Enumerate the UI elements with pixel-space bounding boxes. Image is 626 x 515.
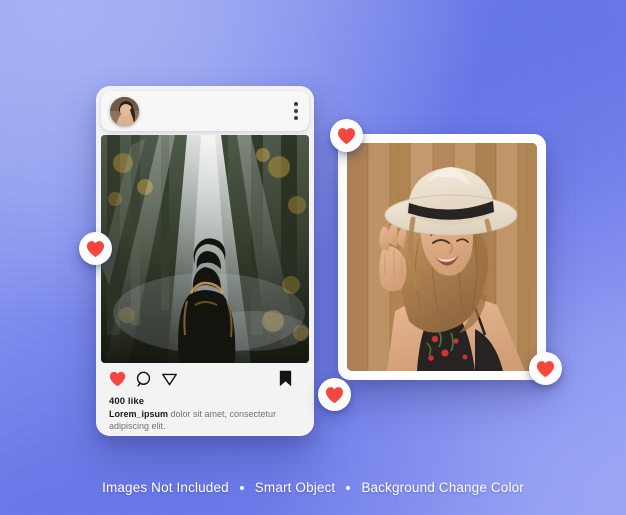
footer-note-item-3: Background Change Color (361, 480, 524, 495)
heart-badge-bottom-mid[interactable] (318, 378, 351, 411)
footer-note-item-2: Smart Object (254, 480, 336, 495)
post-header (101, 91, 309, 131)
comment-glyph (136, 371, 151, 387)
post-footer: 400 like Lorem_ipsum dolor sit amet, con… (96, 363, 314, 436)
forest-sunbeam-photo (101, 135, 309, 363)
framed-photo-card[interactable] (338, 134, 546, 380)
avatar[interactable] (110, 96, 139, 126)
post-photo (101, 135, 309, 363)
bookmark-glyph (279, 370, 292, 387)
dot-icon (294, 116, 298, 120)
paper-plane-glyph (162, 373, 177, 385)
dot-icon (294, 102, 298, 106)
heart-icon (337, 127, 356, 144)
heart-badge-left[interactable] (79, 232, 112, 265)
post-actions (109, 370, 301, 392)
caption-username[interactable]: Lorem_ipsum (109, 409, 168, 419)
heart-icon (86, 240, 105, 257)
heart-icon (536, 360, 555, 377)
framed-photo (347, 143, 537, 371)
mockup-canvas: 400 like Lorem_ipsum dolor sit amet, con… (0, 0, 626, 515)
heart-badge-top-right[interactable] (330, 119, 363, 152)
dot-icon (294, 109, 298, 113)
footer-note-item-1: Images Not Included (102, 480, 229, 495)
woman-hat-photo (347, 143, 537, 371)
like-count: 400 like (109, 396, 145, 407)
more-options-button[interactable] (294, 102, 300, 120)
heart-glyph (109, 371, 126, 386)
footer-note: Images Not Included Smart Object Backgro… (0, 480, 626, 495)
separator-dot-icon (346, 485, 351, 490)
share-icon[interactable] (161, 371, 178, 392)
separator-dot-icon (239, 485, 244, 490)
bookmark-icon[interactable] (279, 370, 292, 392)
social-post-card[interactable]: 400 like Lorem_ipsum dolor sit amet, con… (96, 86, 314, 436)
heart-icon (325, 386, 344, 403)
avatar-image (110, 96, 139, 126)
post-caption: Lorem_ipsum dolor sit amet, consectetur … (109, 409, 301, 433)
heart-badge-bottom-right[interactable] (529, 352, 562, 385)
comment-icon[interactable] (135, 371, 152, 392)
heart-icon[interactable] (109, 371, 126, 392)
